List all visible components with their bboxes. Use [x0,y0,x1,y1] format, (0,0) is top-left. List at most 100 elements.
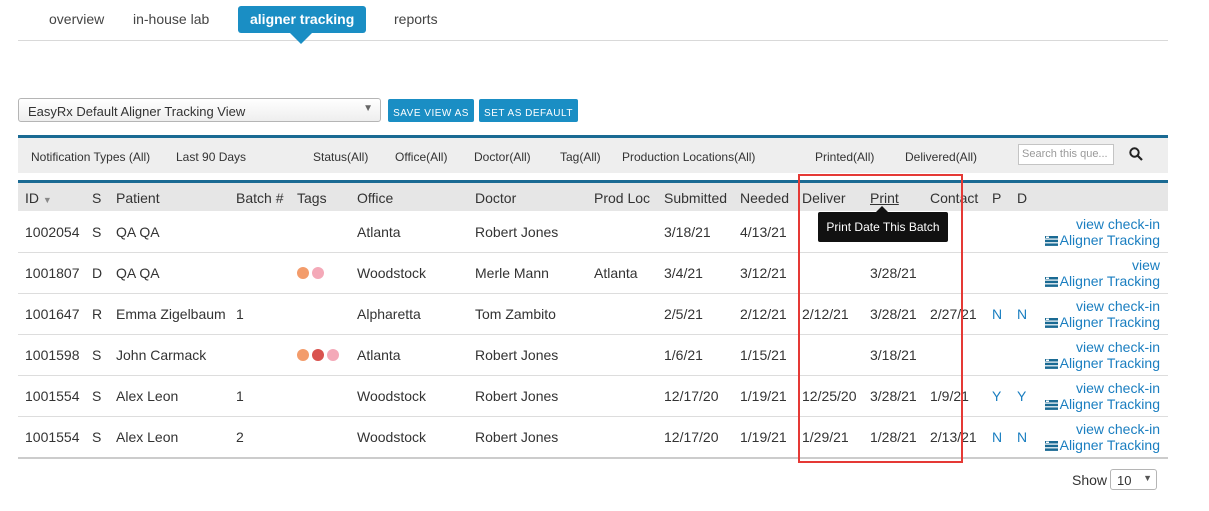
cell-office: Atlanta [357,347,401,363]
cell-submitted: 12/17/20 [664,429,719,445]
col-batch[interactable]: Batch # [236,190,283,206]
view-check-in-link[interactable]: view check-in [1076,339,1160,355]
filter-printed[interactable]: Printed(All) [815,150,874,164]
tag-dot[interactable] [312,267,324,279]
filter-production-locations[interactable]: Production Locations(All) [622,150,755,164]
cell-doctor: Robert Jones [475,388,559,404]
col-id-label: ID [25,190,39,206]
cell-d[interactable]: N [1017,429,1027,445]
view-check-in-link[interactable]: view check-in [1076,421,1160,437]
cell-p[interactable]: N [992,429,1002,445]
col-d[interactable]: D [1017,190,1027,206]
cell-s: S [92,224,102,240]
chevron-down-icon: ▼ [1143,473,1152,483]
tag-dot[interactable] [327,349,339,361]
filter-office[interactable]: Office(All) [395,150,447,164]
cell-batch: 2 [236,429,244,445]
cell-id: 1001554 [25,429,80,445]
cell-patient: QA QA [116,224,160,240]
aligner-tracking-link[interactable]: Aligner Tracking [1044,232,1160,248]
aligner-tracking-link[interactable]: Aligner Tracking [1044,314,1160,330]
aligner-tracking-label: Aligner Tracking [1059,232,1160,248]
search-icon[interactable] [1129,147,1143,161]
set-as-default-button[interactable]: SET AS DEFAULT [479,99,578,122]
col-office[interactable]: Office [357,190,393,206]
active-tab-pointer [290,33,312,44]
col-p[interactable]: P [992,190,1001,206]
cell-doctor: Robert Jones [475,429,559,445]
cell-s: D [92,265,103,281]
col-needed[interactable]: Needed [740,190,789,206]
view-check-in-link[interactable]: view check-in [1076,298,1160,314]
aligner-tracking-link[interactable]: Aligner Tracking [1044,396,1160,412]
tab-in-house-lab[interactable]: in-house lab [133,6,209,33]
view-check-in-link[interactable]: view check-in [1076,380,1160,396]
cell-prod-loc: Atlanta [594,265,638,281]
tag-dot[interactable] [297,267,309,279]
cell-batch: 1 [236,306,244,322]
view-check-in-link[interactable]: view [1132,257,1160,273]
table-bottom-border [18,457,1168,459]
cell-doctor: Merle Mann [475,265,549,281]
row-divider [18,416,1168,417]
nav-divider [18,40,1168,41]
show-label: Show [1072,472,1108,488]
cell-id: 1001598 [25,347,80,363]
cell-submitted: 3/18/21 [664,224,711,240]
cell-id: 1002054 [25,224,80,240]
col-tags[interactable]: Tags [297,190,327,206]
cell-needed: 1/15/21 [740,347,787,363]
filter-delivered[interactable]: Delivered(All) [905,150,977,164]
col-doctor[interactable]: Doctor [475,190,516,206]
cell-needed: 1/19/21 [740,388,787,404]
cell-submitted: 2/5/21 [664,306,703,322]
list-icon [1044,236,1058,247]
aligner-tracking-label: Aligner Tracking [1059,273,1160,289]
col-submitted[interactable]: Submitted [664,190,727,206]
cell-office: Woodstock [357,265,426,281]
aligner-tracking-link[interactable]: Aligner Tracking [1044,437,1160,453]
cell-patient: Emma Zigelbaum [116,306,226,322]
filter-status[interactable]: Status(All) [313,150,368,164]
col-patient[interactable]: Patient [116,190,160,206]
cell-d[interactable]: Y [1017,388,1026,404]
search-placeholder: Search this que... [1022,148,1108,160]
col-prod-loc[interactable]: Prod Loc [594,190,650,206]
cell-id: 1001554 [25,388,80,404]
filter-date-range[interactable]: Last 90 Days [176,150,246,164]
cell-office: Alpharetta [357,306,421,322]
cell-id: 1001647 [25,306,80,322]
filter-tag[interactable]: Tag(All) [560,150,601,164]
list-icon [1044,277,1058,288]
aligner-tracking-link[interactable]: Aligner Tracking [1044,273,1160,289]
aligner-tracking-link[interactable]: Aligner Tracking [1044,355,1160,371]
filter-notification-types[interactable]: Notification Types (All) [31,150,150,164]
list-icon [1044,441,1058,452]
aligner-tracking-label: Aligner Tracking [1059,314,1160,330]
tag-dot[interactable] [297,349,309,361]
cell-p[interactable]: Y [992,388,1001,404]
tag-dot[interactable] [312,349,324,361]
cell-p[interactable]: N [992,306,1002,322]
view-select[interactable]: EasyRx Default Aligner Tracking View ▼ [18,98,381,122]
cell-s: S [92,429,102,445]
cell-batch: 1 [236,388,244,404]
tab-aligner-tracking[interactable]: aligner tracking [238,6,367,33]
cell-s: S [92,347,102,363]
cell-needed: 3/12/21 [740,265,787,281]
page-size-select[interactable]: 10 ▼ [1110,469,1157,490]
cell-d[interactable]: N [1017,306,1027,322]
tab-reports[interactable]: reports [394,6,438,33]
save-view-as-button[interactable]: SAVE VIEW AS [388,99,474,122]
filter-doctor[interactable]: Doctor(All) [474,150,531,164]
search-input[interactable]: Search this que... [1018,144,1114,165]
view-check-in-link[interactable]: view check-in [1076,216,1160,232]
row-divider [18,252,1168,253]
col-id[interactable]: ID ▼ [25,190,52,206]
row-divider [18,334,1168,335]
list-icon [1044,359,1058,370]
row-divider [18,375,1168,376]
tab-overview[interactable]: overview [49,6,104,33]
col-s[interactable]: S [92,190,101,206]
cell-s: S [92,388,102,404]
